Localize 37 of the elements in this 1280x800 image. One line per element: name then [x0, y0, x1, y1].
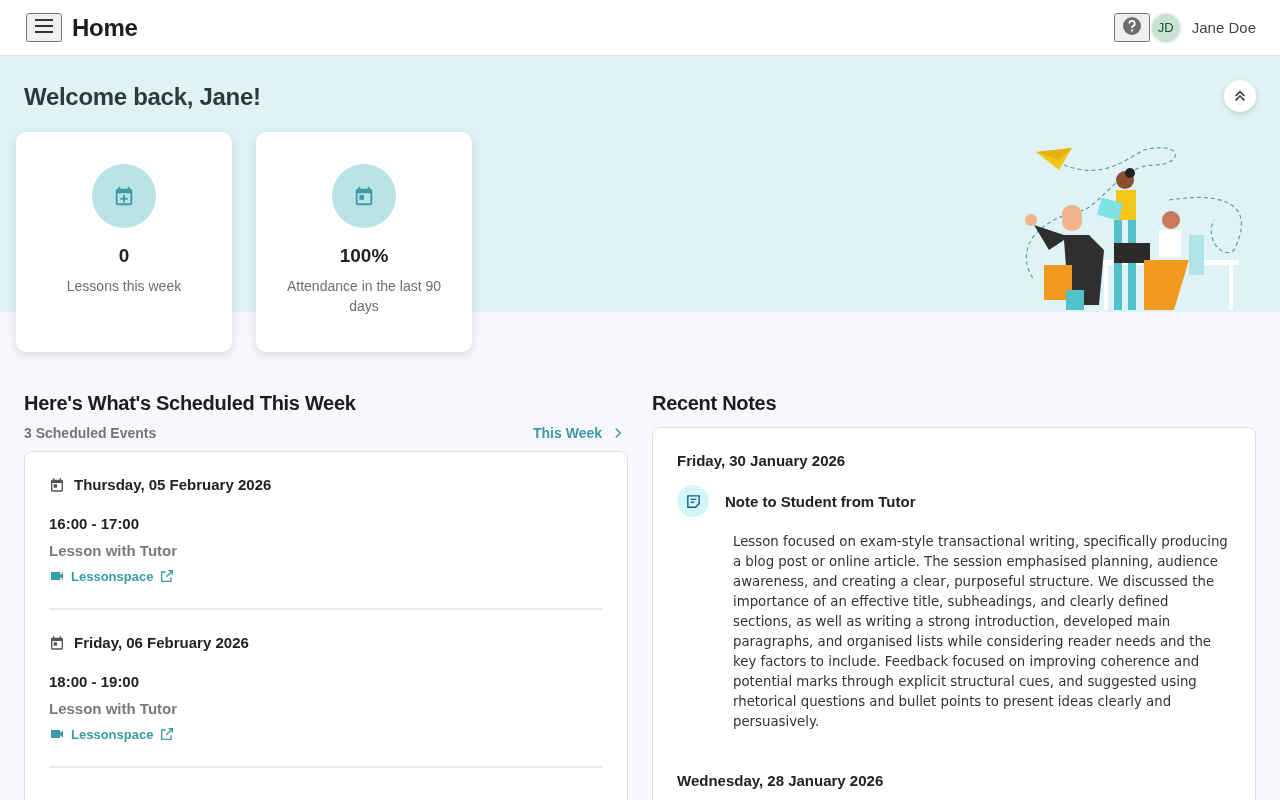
- page-title: Home: [72, 13, 139, 42]
- stat-value: 0: [118, 245, 130, 267]
- note-date: Wednesday, 28 January 2026: [677, 772, 885, 789]
- external-link-icon: [159, 726, 176, 742]
- welcome-heading: Welcome back, Jane!: [24, 83, 262, 111]
- event-time: 18:00 - 19:00: [49, 673, 141, 690]
- event-count: 3 Scheduled Events: [24, 425, 157, 441]
- stat-value: 100%: [339, 245, 389, 267]
- note-title: Note to Student from Tutor: [725, 492, 916, 510]
- calendar-icon: [353, 185, 375, 207]
- event-title: Lesson with Tutor: [49, 542, 179, 559]
- lessonspace-link[interactable]: Lessonspace: [49, 726, 176, 742]
- week-link[interactable]: This Week: [533, 425, 624, 441]
- stat-label: Attendance in the last 90 days: [285, 277, 443, 316]
- user-name[interactable]: Jane Doe: [1191, 19, 1256, 36]
- event-title: Lesson with Tutor: [49, 700, 179, 717]
- calendar-icon: [49, 634, 65, 651]
- collapse-button[interactable]: [1224, 80, 1256, 112]
- event-time: 16:00 - 17:00: [49, 515, 141, 532]
- lessonspace-link[interactable]: Lessonspace: [49, 568, 176, 584]
- note-date: Friday, 30 January 2026: [677, 452, 847, 469]
- external-link-icon: [159, 568, 176, 584]
- double-chevron-up-icon: [1233, 89, 1247, 103]
- help-button[interactable]: [1113, 13, 1150, 42]
- event-date: Thursday, 05 February 2026: [74, 476, 272, 493]
- event-date: Friday, 06 February 2026: [74, 634, 249, 651]
- calendar-icon: [49, 476, 65, 493]
- stat-label: Lessons this week: [66, 277, 182, 296]
- note-icon: [684, 492, 702, 510]
- section-heading: Recent Notes: [652, 392, 778, 415]
- user-avatar[interactable]: JD: [1149, 11, 1182, 44]
- help-icon: [1121, 16, 1142, 36]
- menu-icon: [34, 16, 54, 36]
- note-text: Lesson focused on exam-style transactional writing, specifically producing a blog post or online article. The session emphasised planning, audience awareness, and creating a clear, purposeful structure. We discussed the importance of an effective title, subheadings, and clearly defined sections, as well as writing a strong introduction, developed main paragraphs, and organised lists while considering reader needs and the key factors to include. Feedback focused on improving coherence and potential marks through explicit structural cues, and suggested using rhetorical questions and bullet points to present ideas clearly and persuasively.: [733, 533, 1229, 731]
- menu-button[interactable]: [26, 13, 62, 42]
- section-heading: Here's What's Scheduled This Week: [24, 392, 357, 415]
- calendar-plus-icon: [113, 185, 135, 207]
